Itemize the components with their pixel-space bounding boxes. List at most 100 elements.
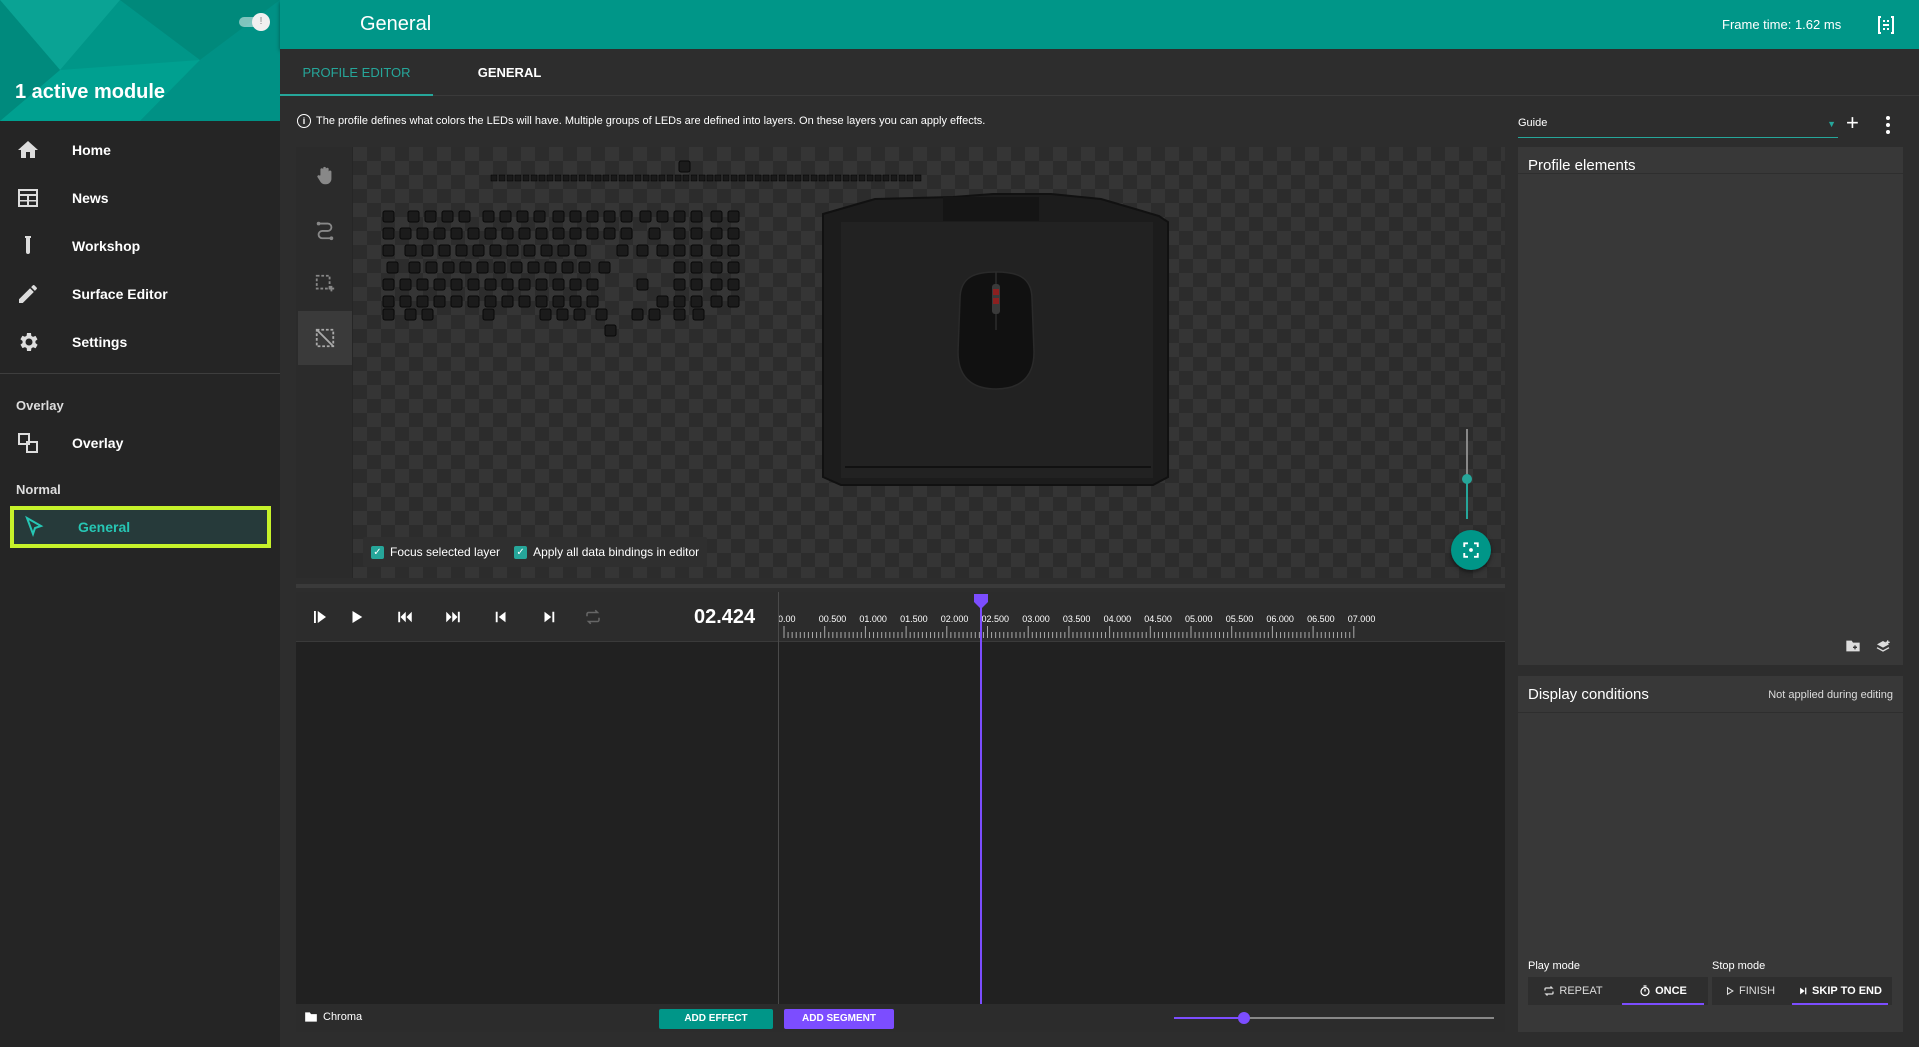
fit-to-view-button[interactable]	[1451, 530, 1491, 570]
ruler-label: 03.500	[1063, 614, 1091, 624]
add-button[interactable]: +	[1846, 110, 1859, 136]
key-led	[569, 227, 582, 240]
key-led	[710, 261, 723, 274]
ruler-label: 06.000	[1266, 614, 1294, 624]
ruler-label: 05.000	[1185, 614, 1213, 624]
key-led	[727, 261, 740, 274]
repeat-label: REPEAT	[1559, 985, 1603, 997]
repeat-icon	[1544, 986, 1555, 996]
sidebar-section-normal: Normal	[16, 482, 61, 497]
module-toggle[interactable]: !	[237, 13, 271, 31]
key-led	[382, 244, 395, 257]
led	[682, 174, 690, 182]
led	[666, 174, 674, 182]
play-button[interactable]	[345, 605, 369, 629]
key-led	[673, 278, 686, 291]
led	[914, 174, 922, 182]
device-layout	[382, 160, 1169, 486]
key-led	[556, 308, 569, 321]
pan-tool[interactable]	[298, 149, 352, 203]
zoom-slider[interactable]	[1462, 429, 1472, 519]
next-frame-button[interactable]	[537, 605, 561, 629]
led	[818, 174, 826, 182]
key-led	[692, 308, 705, 321]
frame-time: Frame time: 1.62 ms	[1722, 17, 1842, 32]
selection-add-tool[interactable]	[298, 257, 352, 311]
repeat-toggle-button[interactable]	[581, 605, 605, 629]
repeat-icon	[586, 609, 600, 625]
key-led	[656, 210, 669, 223]
skip-to-end-mode-button[interactable]: SKIP TO END	[1788, 977, 1892, 1005]
toggle-icon: !	[252, 13, 270, 31]
led	[498, 174, 506, 182]
key-led	[501, 295, 514, 308]
timeline-zoom-slider[interactable]	[1174, 1008, 1494, 1028]
key-led	[639, 210, 652, 223]
skip-to-end-label: SKIP TO END	[1812, 985, 1882, 997]
key-led	[399, 278, 412, 291]
debugger-icon[interactable]	[1874, 13, 1898, 37]
key-led	[416, 278, 429, 291]
sidebar-item-workshop[interactable]: Workshop	[0, 223, 280, 269]
timeline-separator	[778, 592, 779, 1004]
playback-controls: 02.424	[296, 592, 778, 642]
key-led	[425, 261, 438, 274]
layer-folder[interactable]: Chroma	[304, 1011, 362, 1023]
visualizer-canvas[interactable]: ✓ Focus selected layer ✓ Apply all data …	[353, 147, 1505, 578]
finish-mode-button[interactable]: FINISH	[1712, 977, 1788, 1005]
focus-layer-checkbox[interactable]: ✓ Focus selected layer	[371, 545, 500, 559]
repeat-mode-button[interactable]: REPEAT	[1528, 977, 1618, 1005]
go-to-start-button[interactable]	[393, 605, 417, 629]
ruler-label: 00.500	[819, 614, 847, 624]
sidebar-item-overlay[interactable]: Overlay	[0, 420, 280, 466]
key-led	[458, 210, 471, 223]
key-led	[710, 227, 723, 240]
apply-bindings-checkbox[interactable]: ✓ Apply all data bindings in editor	[514, 545, 699, 559]
fit-screen-icon	[1463, 542, 1479, 558]
chevron-down-icon: ▼	[1827, 119, 1836, 129]
ruler-label: 05.500	[1226, 614, 1254, 624]
sidebar-item-news[interactable]: News	[0, 175, 280, 221]
led	[858, 174, 866, 182]
key-led	[518, 278, 531, 291]
selection-remove-tool[interactable]	[298, 311, 352, 365]
previous-frame-icon	[495, 611, 506, 623]
edit-shape-tool[interactable]	[298, 203, 352, 257]
key-led	[527, 261, 540, 274]
sidebar-item-home[interactable]: Home	[0, 127, 280, 173]
once-mode-button[interactable]: ONCE	[1618, 977, 1708, 1005]
led	[890, 174, 898, 182]
timeline-ruler[interactable]: 0.00 00.500 01.000 01.500 02.000 02.500 03.000…	[778, 592, 1505, 642]
key-led	[552, 295, 565, 308]
tab-general[interactable]: GENERAL	[433, 49, 586, 96]
play-from-start-button[interactable]	[308, 605, 332, 629]
brush-selector[interactable]: Guide ▼	[1518, 111, 1838, 138]
sidebar-header: ! 1 active module	[0, 0, 280, 121]
key-led	[386, 261, 399, 274]
add-effect-button[interactable]: ADD EFFECT	[659, 1009, 773, 1029]
led	[882, 174, 890, 182]
add-folder-icon[interactable]	[1845, 639, 1861, 653]
selection-remove-icon	[315, 328, 335, 348]
key-led	[482, 308, 495, 321]
more-vertical-icon[interactable]	[1880, 113, 1896, 137]
playhead[interactable]	[971, 592, 991, 1004]
key-led	[421, 244, 434, 257]
add-segment-button[interactable]: ADD SEGMENT	[784, 1009, 894, 1029]
sidebar-item-settings[interactable]: Settings	[0, 319, 280, 365]
previous-frame-button[interactable]	[489, 605, 513, 629]
sidebar-item-surface-editor[interactable]: Surface Editor	[0, 271, 280, 317]
key-led	[467, 227, 480, 240]
key-led	[450, 278, 463, 291]
tab-profile-editor[interactable]: PROFILE EDITOR	[280, 49, 433, 96]
timeline-divider[interactable]	[296, 584, 1505, 588]
key-led	[727, 227, 740, 240]
sidebar-item-general[interactable]: General	[10, 506, 271, 548]
add-layer-icon[interactable]	[1875, 639, 1891, 655]
key-led	[727, 244, 740, 257]
go-to-end-button[interactable]	[441, 605, 465, 629]
key-led	[710, 210, 723, 223]
key-led	[673, 261, 686, 274]
key-led	[620, 227, 633, 240]
key-led	[673, 308, 686, 321]
